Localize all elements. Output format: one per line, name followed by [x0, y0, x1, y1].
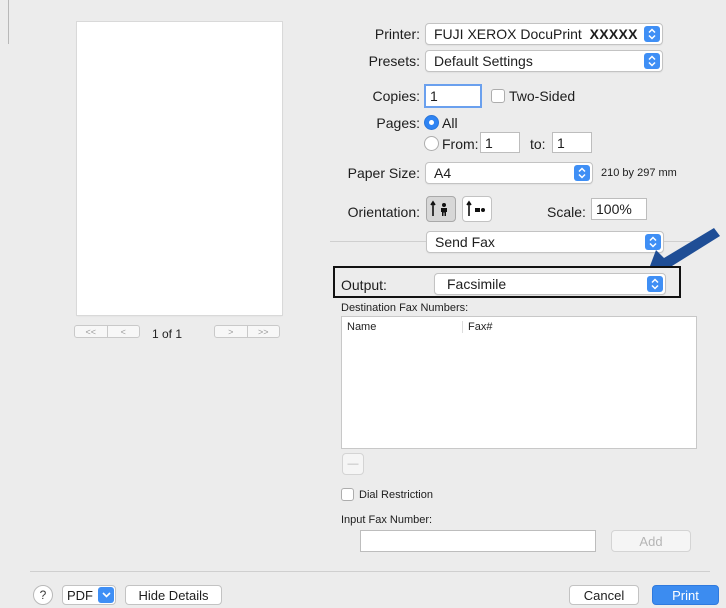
scale-field[interactable]: 100%: [591, 198, 647, 220]
pages-from-radio[interactable]: [424, 136, 439, 151]
orientation-label: Orientation:: [347, 204, 420, 220]
orientation-portrait-button[interactable]: [426, 196, 456, 222]
remove-fax-button[interactable]: —: [342, 453, 364, 475]
presets-popup[interactable]: Default Settings: [425, 50, 663, 72]
paper-dimensions: 210 by 297 mm: [601, 167, 677, 179]
footer-separator: [30, 571, 710, 572]
paper-size-popup[interactable]: A4: [425, 162, 593, 184]
column-fax[interactable]: Fax#: [462, 321, 696, 333]
two-sided-label: Two-Sided: [509, 88, 576, 104]
pages-all-label: All: [442, 115, 458, 131]
destination-label: Destination Fax Numbers:: [341, 302, 469, 314]
print-button[interactable]: Print: [652, 585, 719, 605]
cancel-button[interactable]: Cancel: [569, 585, 639, 605]
up-down-chevrons-icon: [644, 26, 660, 42]
paper-size-value: A4: [434, 165, 452, 181]
presets-value: Default Settings: [434, 53, 533, 69]
column-name[interactable]: Name: [342, 321, 462, 333]
portrait-icon: [430, 200, 447, 216]
orientation-landscape-button[interactable]: [462, 196, 492, 222]
pages-from-field[interactable]: 1: [480, 132, 520, 153]
output-label: Output:: [341, 277, 387, 293]
pages-label: Pages:: [376, 115, 420, 131]
printer-name: FUJI XEROX DocuPrint: [434, 26, 582, 42]
pdf-label: PDF: [67, 587, 93, 603]
pages-all-radio[interactable]: [424, 115, 439, 130]
copies-label: Copies:: [372, 88, 420, 104]
help-icon[interactable]: ?: [33, 585, 53, 605]
section-popup[interactable]: Send Fax: [426, 231, 664, 253]
pages-from-label: From:: [442, 136, 479, 152]
printer-popup[interactable]: FUJI XEROX DocuPrint XXXXX: [425, 23, 663, 45]
section-value: Send Fax: [435, 234, 495, 250]
page-indicator: 1 of 1: [152, 327, 183, 341]
destination-table[interactable]: Name Fax#: [341, 316, 697, 449]
pages-to-label: to:: [530, 136, 546, 152]
scale-label: Scale:: [547, 204, 586, 220]
preview-nav-back: << <: [74, 325, 140, 338]
two-sided-checkbox[interactable]: [491, 89, 505, 103]
destination-table-header: Name Fax#: [342, 317, 696, 337]
prev-page-button[interactable]: <: [106, 326, 140, 337]
add-fax-button[interactable]: Add: [611, 530, 691, 552]
pages-to-field[interactable]: 1: [552, 132, 592, 153]
printer-label: Printer:: [374, 26, 420, 42]
page-preview: [77, 22, 282, 315]
last-page-button[interactable]: >>: [246, 326, 280, 337]
presets-label: Presets:: [368, 53, 420, 69]
copies-field[interactable]: 1: [424, 84, 482, 108]
next-page-button[interactable]: >: [215, 326, 247, 337]
up-down-chevrons-icon: [644, 53, 660, 69]
printer-model: XXXXX: [589, 26, 638, 42]
hide-details-button[interactable]: Hide Details: [125, 585, 222, 605]
input-fax-label: Input Fax Number:: [341, 514, 433, 526]
dial-restriction-label: Dial Restriction: [359, 489, 433, 501]
up-down-chevrons-icon: [574, 165, 590, 181]
paper-size-label: Paper Size:: [347, 165, 420, 181]
preview-nav-forward: > >>: [214, 325, 280, 338]
chevron-down-icon: [98, 587, 114, 603]
input-fax-field[interactable]: [360, 530, 596, 552]
dial-restriction-checkbox[interactable]: [341, 488, 354, 501]
output-popup[interactable]: Facsimile: [434, 273, 666, 295]
up-down-chevrons-icon: [647, 276, 663, 292]
landscape-icon: [466, 200, 485, 216]
window-edge: [8, 0, 9, 44]
pdf-button[interactable]: PDF: [62, 585, 116, 605]
output-value: Facsimile: [447, 276, 507, 292]
first-page-button[interactable]: <<: [75, 326, 107, 337]
